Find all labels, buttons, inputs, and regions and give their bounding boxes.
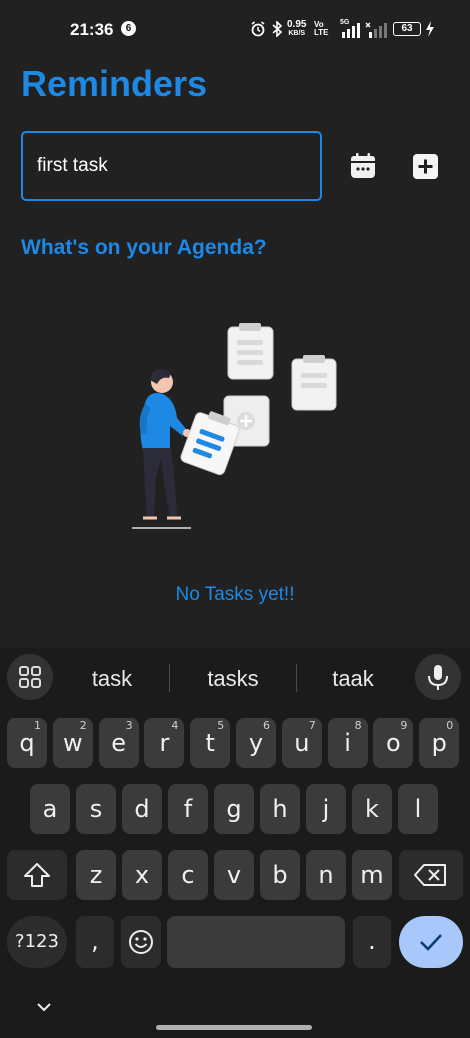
- backspace-icon: [414, 864, 446, 886]
- key-number-hint: 9: [400, 719, 408, 732]
- key-n[interactable]: n: [306, 850, 346, 900]
- add-box-icon: [413, 154, 438, 179]
- key-number-hint: 7: [308, 719, 316, 732]
- key-label: p: [431, 729, 447, 757]
- key-r[interactable]: r4: [144, 718, 185, 768]
- microphone-icon: [428, 665, 448, 690]
- key-label: u: [294, 729, 310, 757]
- alarm-icon: [251, 21, 265, 37]
- symbols-key[interactable]: ?123: [7, 916, 67, 968]
- checkmark-icon: [420, 934, 442, 951]
- task-input[interactable]: [21, 131, 322, 201]
- shift-icon: [24, 863, 50, 887]
- signal-icon: [342, 23, 360, 38]
- key-c[interactable]: c: [168, 850, 208, 900]
- clipboard-icon: [227, 323, 274, 380]
- on-screen-keyboard: task tasks taak q1w2e3r4t5y6u7i8o9p0 asd…: [0, 648, 470, 1038]
- app-title: Reminders: [21, 63, 208, 104]
- key-label: w: [62, 729, 83, 757]
- key-s[interactable]: s: [76, 784, 116, 834]
- key-i[interactable]: i8: [327, 718, 368, 768]
- key-number-hint: 6: [263, 719, 270, 732]
- key-label: o: [386, 729, 401, 757]
- key-t[interactable]: t5: [190, 718, 231, 768]
- hide-keyboard-button[interactable]: [34, 1000, 54, 1019]
- key-number-hint: 2: [79, 719, 87, 732]
- chevron-down-icon: [37, 1003, 51, 1012]
- key-o[interactable]: o9: [373, 718, 414, 768]
- emoji-key[interactable]: [121, 916, 161, 968]
- key-number-hint: 5: [217, 719, 225, 732]
- space-key[interactable]: [167, 916, 345, 968]
- suggestion-3[interactable]: taak: [312, 666, 394, 692]
- key-w[interactable]: w2: [52, 718, 93, 768]
- key-u[interactable]: u7: [281, 718, 322, 768]
- signal-2-icon: [365, 22, 387, 38]
- suggestion-divider: [169, 664, 170, 692]
- key-number-hint: 3: [125, 719, 133, 732]
- key-number-hint: 0: [446, 719, 454, 732]
- key-q[interactable]: q1: [7, 718, 47, 768]
- empty-state-illustration: [132, 323, 337, 529]
- key-label: e: [111, 729, 126, 757]
- key-label: y: [248, 729, 264, 757]
- status-time: 21:36: [70, 20, 114, 39]
- key-label: r: [159, 729, 170, 757]
- comma-key[interactable]: ,: [76, 916, 114, 968]
- key-m[interactable]: m: [352, 850, 392, 900]
- key-number-hint: 4: [171, 719, 179, 732]
- key-number-hint: 8: [354, 719, 362, 732]
- agenda-heading: What's on your Agenda?: [21, 236, 267, 259]
- key-g[interactable]: g: [214, 784, 254, 834]
- person-figure: [132, 369, 191, 529]
- key-label: q: [19, 729, 35, 757]
- key-l[interactable]: l: [398, 784, 438, 834]
- voice-input-button[interactable]: [415, 654, 461, 700]
- suggestion-bar: task tasks taak: [0, 648, 470, 710]
- key-p[interactable]: p0: [419, 718, 460, 768]
- clipboard-icon: [291, 355, 337, 411]
- notification-count-badge: 6: [121, 21, 136, 36]
- key-v[interactable]: v: [214, 850, 254, 900]
- status-bar: 21:36 6 0.95 KB/S Vo LTE 5G 63: [0, 0, 470, 60]
- key-label: i: [344, 729, 351, 757]
- status-icons: 0.95 KB/S Vo LTE 5G 63: [248, 18, 438, 40]
- key-x[interactable]: x: [122, 850, 162, 900]
- backspace-key[interactable]: [399, 850, 463, 900]
- battery-indicator: 63: [393, 22, 421, 36]
- empty-state-message: No Tasks yet!!: [175, 584, 295, 605]
- charging-icon: [426, 21, 434, 37]
- suggestion-1[interactable]: task: [70, 666, 154, 692]
- volte-indicator: Vo LTE: [314, 20, 329, 37]
- key-label: t: [205, 729, 215, 757]
- key-y[interactable]: y6: [236, 718, 276, 768]
- key-h[interactable]: h: [260, 784, 300, 834]
- date-picker-button[interactable]: [349, 152, 379, 182]
- key-d[interactable]: d: [122, 784, 162, 834]
- enter-key[interactable]: [399, 916, 463, 968]
- shift-key[interactable]: [7, 850, 67, 900]
- key-e[interactable]: e3: [98, 718, 139, 768]
- key-z[interactable]: z: [76, 850, 116, 900]
- emoji-icon: [129, 930, 153, 954]
- key-b[interactable]: b: [260, 850, 300, 900]
- key-number-hint: 1: [34, 719, 41, 732]
- suggestion-2[interactable]: tasks: [190, 666, 276, 692]
- suggestion-divider: [296, 664, 297, 692]
- bluetooth-icon: [272, 21, 283, 37]
- key-f[interactable]: f: [168, 784, 208, 834]
- period-key[interactable]: .: [353, 916, 391, 968]
- apps-grid-icon: [19, 666, 41, 688]
- gesture-handle: [156, 1025, 312, 1030]
- keyboard-menu-button[interactable]: [7, 654, 53, 700]
- add-task-button[interactable]: [412, 153, 442, 183]
- network-speed: 0.95 KB/S: [287, 19, 307, 38]
- calendar-icon: [351, 153, 375, 178]
- key-a[interactable]: a: [30, 784, 70, 834]
- key-k[interactable]: k: [352, 784, 392, 834]
- key-j[interactable]: j: [306, 784, 346, 834]
